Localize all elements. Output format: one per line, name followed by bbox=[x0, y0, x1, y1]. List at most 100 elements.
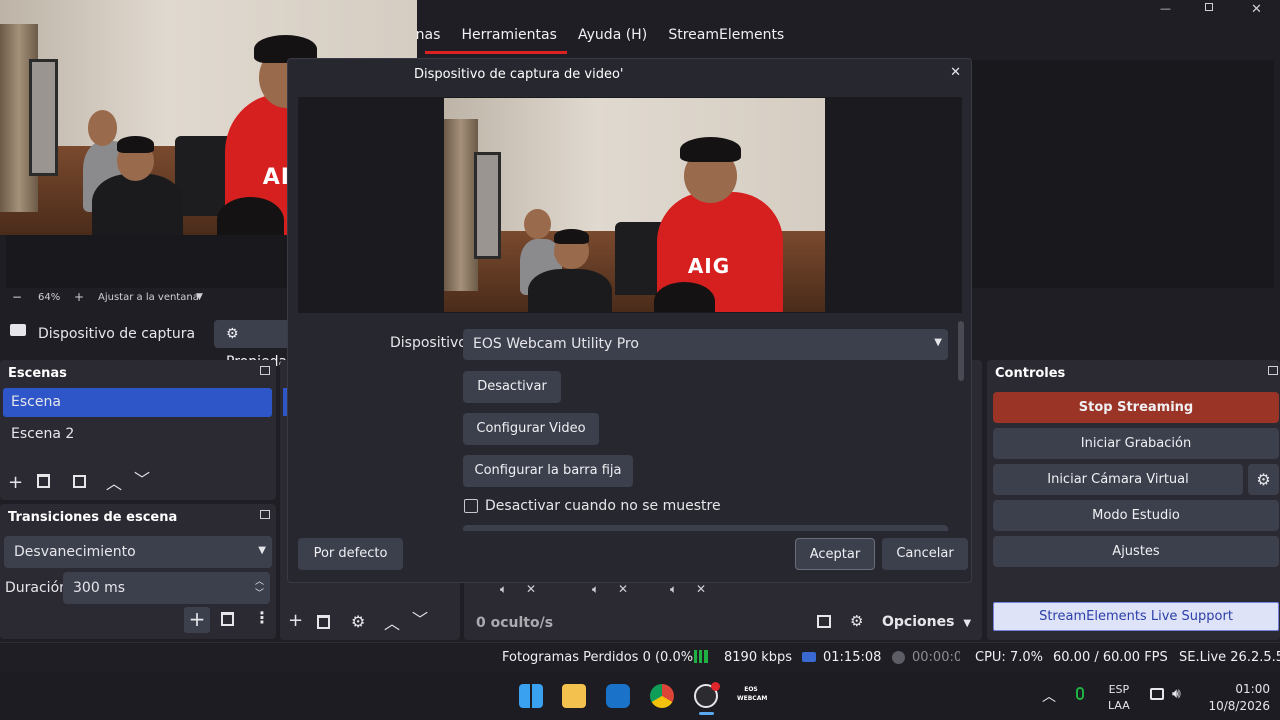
streamelements-support-button[interactable]: StreamElements Live Support bbox=[993, 602, 1279, 631]
chevron-down-icon: ▼ bbox=[258, 545, 266, 556]
studio-mode-button[interactable]: Modo Estudio bbox=[993, 500, 1279, 531]
speaker-icon[interactable]: 🔈︎ bbox=[592, 582, 599, 597]
outlook-icon[interactable] bbox=[606, 684, 630, 708]
zoom-bar: − 64% + Ajustar a la ventana ▼ bbox=[6, 290, 286, 306]
deactivate-button[interactable]: Desactivar bbox=[463, 371, 561, 403]
shirt-sponsor-text: AIG bbox=[687, 254, 731, 279]
scenes-toolbar: + ︿ ﹀ bbox=[0, 470, 276, 496]
cpu-usage: CPU: 7.0% bbox=[975, 650, 1043, 665]
clock-date: 10/8/2026 bbox=[1208, 699, 1270, 713]
undock-icon[interactable] bbox=[260, 366, 270, 375]
undock-icon[interactable] bbox=[260, 510, 270, 519]
settings-button[interactable]: Ajustes bbox=[993, 536, 1279, 567]
mute-icon[interactable]: ✕ bbox=[526, 582, 536, 596]
taskbar bbox=[0, 672, 1280, 720]
obs-live-dot bbox=[711, 682, 720, 691]
windows-start-icon[interactable] bbox=[519, 684, 543, 708]
menu-tools[interactable]: Herramientas bbox=[462, 27, 557, 43]
cancel-button[interactable]: Cancelar bbox=[882, 538, 968, 570]
transition-selected: Desvanecimiento bbox=[14, 544, 136, 560]
zoom-bar-right bbox=[970, 290, 1274, 306]
network-icon[interactable] bbox=[1150, 688, 1164, 700]
zoom-in-button[interactable]: + bbox=[74, 290, 84, 304]
add-icon[interactable]: + bbox=[288, 610, 303, 631]
properties-button[interactable]: ⚙ Propiedades bbox=[214, 320, 312, 370]
deactivate-when-hidden-checkbox[interactable] bbox=[464, 499, 478, 513]
transitions-title: Transiciones de escena bbox=[8, 510, 178, 525]
mute-icon[interactable]: ✕ bbox=[696, 582, 706, 596]
zoom-level: 64% bbox=[38, 292, 61, 303]
bitrate: 8190 kbps bbox=[724, 650, 793, 665]
gear-icon[interactable]: ⚙ bbox=[351, 612, 365, 631]
menu-bar: enas Herramientas Ayuda (H) StreamElemen… bbox=[407, 27, 801, 47]
clock[interactable]: 01:00 10/8/2026 bbox=[1200, 681, 1270, 715]
duration-value: 300 ms bbox=[73, 580, 126, 596]
caret-down-icon: ▼ bbox=[963, 618, 972, 629]
chevron-up-icon[interactable]: ︿ bbox=[384, 610, 400, 634]
language-indicator[interactable]: ESP LAA bbox=[1108, 682, 1130, 714]
eos-webcam-icon[interactable]: EOS WEBCAM bbox=[737, 685, 767, 707]
speaker-icon[interactable]: 🔈︎ bbox=[500, 582, 507, 597]
clock-time: 01:00 bbox=[1235, 682, 1270, 696]
more-options-icon[interactable]: ⋮ bbox=[254, 608, 270, 627]
device-label: Dispositivo bbox=[390, 335, 467, 351]
configure-video-button[interactable]: Configurar Video bbox=[463, 413, 599, 445]
stream-time: 01:15:08 bbox=[823, 650, 882, 665]
scrollbar[interactable] bbox=[958, 321, 964, 381]
start-recording-button[interactable]: Iniciar Grabación bbox=[993, 428, 1279, 459]
file-explorer-icon[interactable] bbox=[562, 684, 586, 708]
chevron-down-icon[interactable]: ﹀ bbox=[134, 466, 150, 490]
close-icon[interactable]: ✕ bbox=[950, 65, 961, 80]
sources-toolbar: + ⚙ ︿ ﹀ bbox=[280, 610, 460, 636]
fit-window-button[interactable]: Ajustar a la ventana bbox=[98, 292, 199, 303]
menu-help[interactable]: Ayuda (H) bbox=[578, 27, 647, 43]
chevron-up-icon[interactable]: ︿ bbox=[1042, 686, 1056, 706]
device-select[interactable]: EOS Webcam Utility Pro ▼ bbox=[463, 329, 948, 360]
mute-icon[interactable]: ✕ bbox=[618, 582, 628, 596]
duration-label: Duración bbox=[5, 580, 69, 596]
gear-icon: ⚙ bbox=[1256, 470, 1271, 489]
stop-streaming-button[interactable]: Stop Streaming bbox=[993, 392, 1279, 423]
version: SE.Live 26.2.5.54 bbox=[1179, 650, 1280, 665]
options-button[interactable]: Opciones ▼ bbox=[882, 614, 971, 630]
dialog-preview-image: AIG bbox=[444, 98, 825, 312]
virtual-camera-settings-button[interactable]: ⚙ bbox=[1248, 464, 1279, 495]
accept-button[interactable]: Aceptar bbox=[795, 538, 875, 570]
spin-down-icon[interactable]: ﹀ bbox=[255, 586, 264, 599]
transition-select[interactable]: Desvanecimiento ▼ bbox=[4, 536, 272, 568]
chevron-down-icon[interactable]: ﹀ bbox=[412, 606, 428, 630]
scene-item[interactable]: Escena 2 bbox=[3, 420, 272, 449]
chrome-icon[interactable] bbox=[650, 684, 674, 708]
layout-icon[interactable] bbox=[817, 615, 831, 628]
filter-icon[interactable] bbox=[73, 475, 86, 488]
add-icon[interactable]: + bbox=[8, 472, 23, 493]
chevron-up-icon[interactable]: ︿ bbox=[106, 470, 122, 494]
scene-label: Escena 2 bbox=[11, 426, 75, 442]
maximize-icon[interactable] bbox=[1205, 3, 1213, 11]
dropped-frames: Fotogramas Perdidos 0 (0.0%) bbox=[502, 650, 699, 665]
advanced-audio-icon[interactable]: ⚙ bbox=[850, 612, 863, 630]
scene-label: Escena bbox=[11, 394, 61, 410]
microphone-icon[interactable] bbox=[1076, 687, 1084, 700]
speaker-icon[interactable]: 🔈︎ bbox=[670, 582, 677, 597]
zoom-out-button[interactable]: − bbox=[12, 290, 22, 304]
chevron-down-icon[interactable]: ▼ bbox=[196, 292, 203, 302]
duration-input[interactable]: 300 ms ︿ ﹀ bbox=[63, 572, 270, 604]
trash-icon[interactable] bbox=[37, 474, 50, 488]
minimize-icon[interactable]: — bbox=[1160, 2, 1171, 15]
defaults-button[interactable]: Por defecto bbox=[298, 538, 403, 570]
undock-icon[interactable] bbox=[1268, 366, 1278, 375]
configure-crossbar-button[interactable]: Configurar la barra fija bbox=[463, 455, 633, 487]
virtual-camera-button[interactable]: Iniciar Cámara Virtual bbox=[993, 464, 1243, 495]
volume-icon[interactable]: 🔊︎ bbox=[1172, 686, 1181, 702]
next-field-partial bbox=[463, 525, 948, 531]
add-transition-button[interactable]: + bbox=[184, 607, 210, 633]
scene-item-selected[interactable]: Escena bbox=[3, 388, 272, 417]
lang-code: ESP bbox=[1108, 683, 1130, 696]
close-icon[interactable]: ✕ bbox=[1251, 2, 1262, 17]
dialog-title: Dispositivo de captura de video' bbox=[414, 67, 624, 82]
gear-icon: ⚙ bbox=[226, 326, 239, 342]
menu-streamelements[interactable]: StreamElements bbox=[668, 27, 784, 43]
trash-icon[interactable] bbox=[317, 615, 330, 629]
trash-icon[interactable] bbox=[221, 612, 234, 626]
